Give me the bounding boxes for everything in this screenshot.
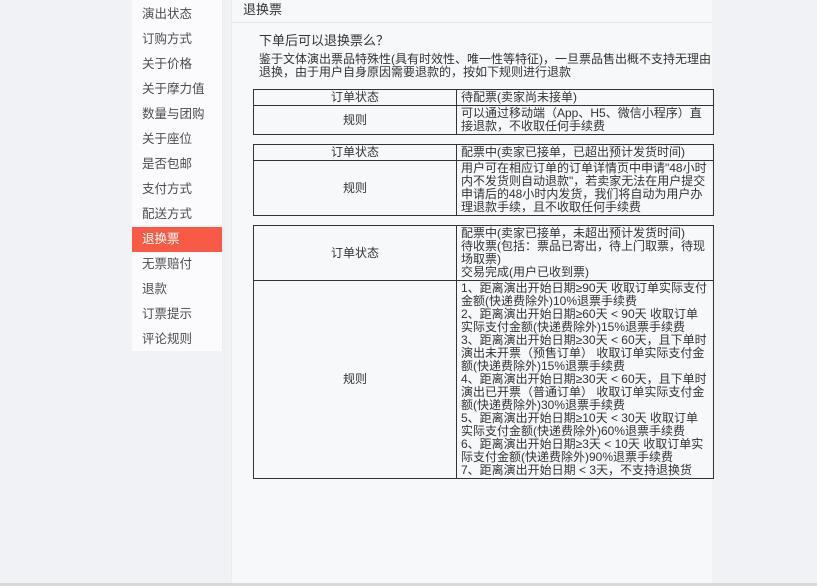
- sidebar-item-performance-status[interactable]: 演出状态: [132, 2, 222, 27]
- row-label: 订单状态: [254, 90, 457, 106]
- sidebar-item-about-moli-points[interactable]: 关于摩力值: [132, 77, 222, 102]
- row-value: 配票中(卖家已接单，未超出预计发货时间) 待收票(包括：票品已寄出，待上门取票，…: [457, 226, 714, 281]
- row-value: 配票中(卖家已接单，已超出预计发货时间): [457, 145, 714, 161]
- row-label: 规则: [254, 161, 457, 216]
- row-value: 用户可在相应订单的订单详情页中申请"48小时内不发货则自动退款"，若卖家无法在用…: [457, 161, 714, 216]
- refund-table-fee-schedule: 订单状态 配票中(卖家已接单，未超出预计发货时间) 待收票(包括：票品已寄出，待…: [253, 225, 714, 479]
- row-label: 订单状态: [254, 145, 457, 161]
- sidebar-item-booking-tips[interactable]: 订票提示: [132, 302, 222, 327]
- sidebar-item-free-shipping[interactable]: 是否包邮: [132, 152, 222, 177]
- table-row: 订单状态 配票中(卖家已接单，已超出预计发货时间): [254, 145, 714, 161]
- table-row: 规则 1、距离演出开始日期≥90天 收取订单实际支付金额(快递费除外)10%退票…: [254, 281, 714, 479]
- refund-table-pending-assignment: 订单状态 待配票(卖家尚未接单) 规则 可以通过移动端（App、H5、微信小程序…: [253, 89, 714, 135]
- row-value: 可以通过移动端（App、H5、微信小程序）直接退款，不收取任何手续费: [457, 106, 714, 135]
- faq-content-panel: 退换票 下单后可以退换票么？ 鉴于文体演出票品特殊性(具有时效性、唯一性等特征)…: [231, 0, 712, 586]
- table-row: 订单状态 待配票(卖家尚未接单): [254, 90, 714, 106]
- row-value: 1、距离演出开始日期≥90天 收取订单实际支付金额(快递费除外)10%退票手续费…: [457, 281, 714, 479]
- sidebar-item-refund-exchange[interactable]: 退换票: [132, 227, 222, 252]
- sidebar-item-about-seats[interactable]: 关于座位: [132, 127, 222, 152]
- faq-sidebar: 演出状态 订购方式 关于价格 关于摩力值 数量与团购 关于座位 是否包邮 支付方…: [132, 0, 223, 351]
- row-label: 规则: [254, 281, 457, 479]
- row-label: 规则: [254, 106, 457, 135]
- table-row: 订单状态 配票中(卖家已接单，未超出预计发货时间) 待收票(包括：票品已寄出，待…: [254, 226, 714, 281]
- sidebar-item-order-method[interactable]: 订购方式: [132, 27, 222, 52]
- sidebar-item-about-price[interactable]: 关于价格: [132, 52, 222, 77]
- sidebar-item-comment-rules[interactable]: 评论规则: [132, 327, 222, 352]
- row-value: 待配票(卖家尚未接单): [457, 90, 714, 106]
- table-row: 规则 用户可在相应订单的订单详情页中申请"48小时内不发货则自动退款"，若卖家无…: [254, 161, 714, 216]
- faq-question: 下单后可以退换票么？: [259, 34, 712, 48]
- sidebar-item-payment-method[interactable]: 支付方式: [132, 177, 222, 202]
- sidebar-item-delivery-method[interactable]: 配送方式: [132, 202, 222, 227]
- table-row: 规则 可以通过移动端（App、H5、微信小程序）直接退款，不收取任何手续费: [254, 106, 714, 135]
- row-label: 订单状态: [254, 226, 457, 281]
- sidebar-item-quantity-groupbuy[interactable]: 数量与团购: [132, 102, 222, 127]
- refund-table-overdue-shipping: 订单状态 配票中(卖家已接单，已超出预计发货时间) 规则 用户可在相应订单的订单…: [253, 144, 714, 216]
- faq-intro-text: 鉴于文体演出票品特殊性(具有时效性、唯一性等特征)，一旦票品售出概不支持无理由退…: [259, 53, 711, 79]
- page-title: 退换票: [232, 0, 712, 23]
- sidebar-item-no-ticket-compensation[interactable]: 无票赔付: [132, 252, 222, 277]
- sidebar-item-refund[interactable]: 退款: [132, 277, 222, 302]
